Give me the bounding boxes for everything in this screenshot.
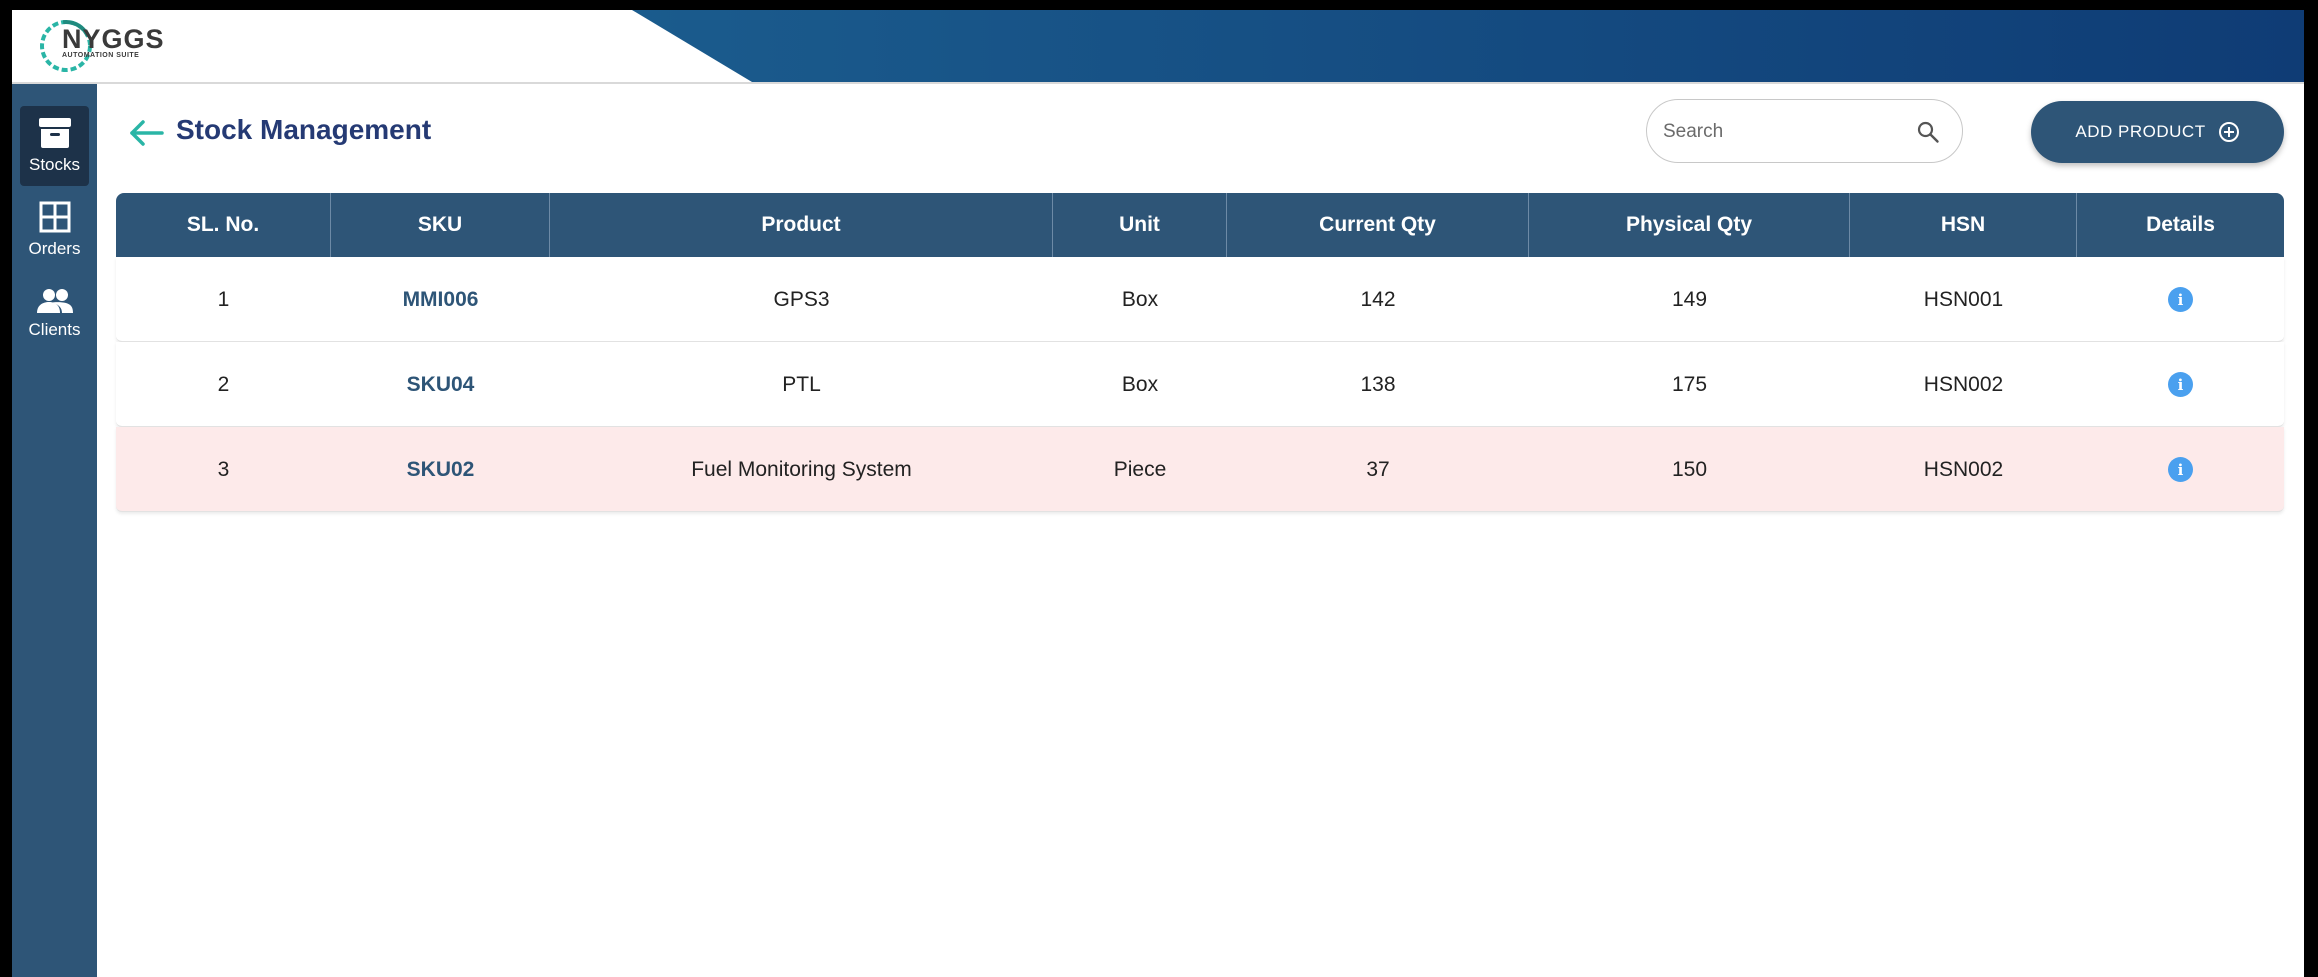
archive-icon xyxy=(38,118,71,148)
header-divider xyxy=(12,82,2304,84)
cell-current-qty: 37 xyxy=(1366,457,1390,481)
info-icon[interactable]: i xyxy=(2168,287,2193,312)
info-icon[interactable]: i xyxy=(2168,372,2193,397)
cell-unit: Box xyxy=(1121,287,1159,311)
cell-sl: 3 xyxy=(217,457,230,481)
cell-current-qty: 138 xyxy=(1360,372,1396,396)
people-icon xyxy=(36,289,73,313)
info-icon[interactable]: i xyxy=(2168,457,2193,482)
sidebar-item-clients[interactable]: Clients xyxy=(20,274,89,354)
sidebar-item-orders[interactable]: Orders xyxy=(20,190,89,270)
add-product-button[interactable]: ADD PRODUCT xyxy=(2031,101,2284,163)
brand-logo[interactable]: NYGGS AUTOMATION SUITE xyxy=(38,18,164,74)
search-input[interactable] xyxy=(1663,115,1913,149)
column-header-physical-qty[interactable]: Physical Qty xyxy=(1529,193,1850,257)
sidebar-item-label: Clients xyxy=(28,320,81,339)
table-row[interactable]: 1 MMI006 GPS3 Box 142 149 HSN001 i xyxy=(116,257,2284,342)
add-product-label: ADD PRODUCT xyxy=(2075,122,2206,141)
cell-product: PTL xyxy=(782,372,821,396)
column-header-current-qty[interactable]: Current Qty xyxy=(1227,193,1529,257)
cell-hsn: HSN002 xyxy=(1923,457,2004,481)
table-row[interactable]: 2 SKU04 PTL Box 138 175 HSN002 i xyxy=(116,342,2284,427)
column-header-sl[interactable]: SL. No. xyxy=(116,193,331,257)
table-header: SL. No. SKU Product Unit Current Qty Phy… xyxy=(116,193,2284,257)
cell-hsn: HSN002 xyxy=(1923,372,2004,396)
cell-sl: 2 xyxy=(217,372,230,396)
cell-details: i xyxy=(2077,257,2284,342)
cell-unit: Piece xyxy=(1113,457,1167,481)
search-icon[interactable] xyxy=(1916,120,1940,144)
cell-product: Fuel Monitoring System xyxy=(691,457,912,481)
column-header-unit[interactable]: Unit xyxy=(1053,193,1227,257)
column-header-product[interactable]: Product xyxy=(550,193,1053,257)
table-row-low-stock[interactable]: 3 SKU02 Fuel Monitoring System Piece 37 … xyxy=(116,427,2284,512)
sidebar-item-label: Stocks xyxy=(28,155,81,174)
back-arrow-icon[interactable] xyxy=(128,118,166,148)
page-title: Stock Management xyxy=(176,114,432,145)
cell-hsn: HSN001 xyxy=(1923,287,2004,311)
column-header-sku[interactable]: SKU xyxy=(331,193,550,257)
cell-sl: 1 xyxy=(217,287,230,311)
search-box[interactable] xyxy=(1646,99,1963,163)
cell-details: i xyxy=(2077,427,2284,512)
cell-unit: Box xyxy=(1121,372,1159,396)
cell-physical-qty: 149 xyxy=(1671,287,1708,311)
column-header-hsn[interactable]: HSN xyxy=(1850,193,2077,257)
cell-product: GPS3 xyxy=(773,287,830,311)
grid-icon xyxy=(39,201,70,233)
sidebar-item-stocks[interactable]: Stocks xyxy=(20,106,89,186)
cell-sku-link[interactable]: SKU02 xyxy=(331,427,550,512)
sidebar: Stocks Orders Clients xyxy=(12,84,97,977)
cell-physical-qty: 175 xyxy=(1671,372,1708,396)
cell-sku-link[interactable]: MMI006 xyxy=(331,257,550,342)
cell-physical-qty: 150 xyxy=(1671,457,1708,481)
column-header-details: Details xyxy=(2146,213,2215,236)
header-shape xyxy=(12,10,752,82)
cell-current-qty: 142 xyxy=(1360,287,1396,311)
cell-details: i xyxy=(2077,342,2284,427)
stock-table: SL. No. SKU Product Unit Current Qty Phy… xyxy=(116,193,2284,512)
sidebar-item-label: Orders xyxy=(28,239,81,258)
app-window: NYGGS AUTOMATION SUITE Stocks Orders Cli… xyxy=(12,10,2304,977)
brand-name: NYGGS xyxy=(62,24,165,54)
cell-sku-link[interactable]: SKU04 xyxy=(331,342,550,427)
add-circle-icon xyxy=(2218,122,2239,142)
